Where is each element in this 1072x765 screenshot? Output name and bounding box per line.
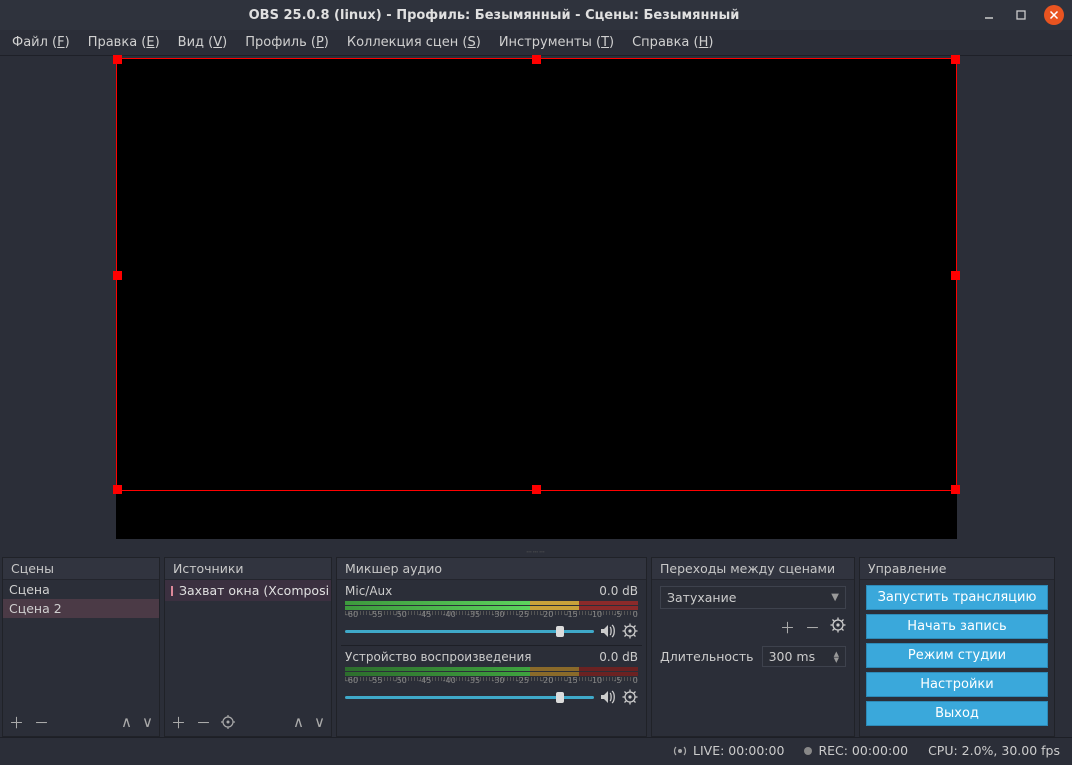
resize-handle-ne[interactable]	[951, 55, 960, 64]
controls-panel-header: Управление	[860, 558, 1054, 580]
window-capture-icon	[171, 586, 173, 596]
spin-down-icon[interactable]: ▼	[834, 657, 839, 663]
resize-handle-w[interactable]	[113, 271, 122, 280]
title-bar: OBS 25.0.8 (linux) - Профиль: Безымянный…	[0, 0, 1072, 30]
transition-settings-icon[interactable]	[830, 617, 846, 633]
source-item-label: Захват окна (Xcomposi	[179, 583, 329, 598]
resize-handle-nw[interactable]	[113, 55, 122, 64]
mixer-item-name: Устройство воспроизведения	[345, 650, 531, 664]
remove-scene-button[interactable]: －	[34, 712, 49, 733]
chevron-down-icon: ▼	[831, 592, 839, 603]
start-streaming-button[interactable]: Запустить трансляцию	[866, 585, 1048, 610]
start-recording-button[interactable]: Начать запись	[866, 614, 1048, 639]
volume-slider[interactable]	[345, 630, 594, 633]
resize-handle-se[interactable]	[951, 485, 960, 494]
source-properties-button[interactable]	[221, 715, 235, 729]
controls-panel: Управление Запустить трансляцию Начать з…	[859, 557, 1055, 737]
settings-button[interactable]: Настройки	[866, 672, 1048, 697]
sources-panel: Источники Захват окна (Xcomposi ＋ － ∧ ∨	[164, 557, 332, 737]
menu-scene-collection[interactable]: Коллекция сцен (S)	[339, 32, 489, 53]
resize-handle-e[interactable]	[951, 271, 960, 280]
move-source-down-button[interactable]: ∨	[314, 713, 325, 731]
mixer-item-level: 0.0 dB	[599, 650, 638, 664]
speaker-icon[interactable]	[600, 623, 616, 639]
transition-select[interactable]: Затухание ▼	[660, 586, 846, 609]
resize-handle-sw[interactable]	[113, 485, 122, 494]
window-title: OBS 25.0.8 (linux) - Профиль: Безымянный…	[8, 8, 980, 23]
audio-meter: -60-55-50-45-40-35-30-25-20-15-10-50	[345, 601, 638, 621]
menu-profile[interactable]: Профиль (P)	[237, 32, 337, 53]
mixer-item-level: 0.0 dB	[599, 584, 638, 598]
add-transition-button[interactable]: ＋	[780, 617, 795, 638]
menu-edit[interactable]: Правка (E)	[80, 32, 168, 53]
mixer-item: Устройство воспроизведения 0.0 dB -60-55…	[337, 646, 646, 711]
mixer-panel: Микшер аудио Mic/Aux 0.0 dB -60-55-50-45…	[336, 557, 647, 737]
minimize-button[interactable]	[980, 6, 998, 24]
preview-area[interactable]	[0, 56, 1072, 551]
menu-file[interactable]: Файл (F)	[4, 32, 78, 53]
exit-button[interactable]: Выход	[866, 701, 1048, 726]
status-cpu: CPU: 2.0%, 30.00 fps	[928, 743, 1060, 758]
transitions-panel: Переходы между сценами Затухание ▼ ＋ － Д…	[651, 557, 855, 737]
scenes-panel-header: Сцены	[3, 558, 159, 580]
transitions-panel-header: Переходы между сценами	[652, 558, 854, 580]
mixer-panel-header: Микшер аудио	[337, 558, 646, 580]
speaker-icon[interactable]	[600, 689, 616, 705]
add-scene-button[interactable]: ＋	[9, 712, 24, 733]
volume-slider[interactable]	[345, 696, 594, 699]
sources-list[interactable]: Захват окна (Xcomposi	[165, 580, 331, 708]
scenes-panel: Сцены Сцена Сцена 2 ＋ － ∧ ∨	[2, 557, 160, 737]
menu-bar: Файл (F) Правка (E) Вид (V) Профиль (P) …	[0, 30, 1072, 56]
mixer-settings-icon[interactable]	[622, 623, 638, 639]
move-scene-up-button[interactable]: ∧	[121, 713, 132, 731]
selection-border	[116, 58, 957, 491]
broadcast-icon	[673, 744, 687, 758]
move-source-up-button[interactable]: ∧	[293, 713, 304, 731]
status-live: LIVE: 00:00:00	[693, 743, 784, 758]
status-rec: REC: 00:00:00	[818, 743, 908, 758]
sources-panel-header: Источники	[165, 558, 331, 580]
duration-value: 300 ms	[769, 649, 816, 664]
menu-help[interactable]: Справка (H)	[624, 32, 721, 53]
mixer-item: Mic/Aux 0.0 dB -60-55-50-45-40-35-30-25-…	[337, 580, 646, 645]
menu-view[interactable]: Вид (V)	[170, 32, 236, 53]
close-button[interactable]	[1044, 5, 1064, 25]
record-dot-icon	[804, 747, 812, 755]
scene-item[interactable]: Сцена 2	[3, 599, 159, 618]
source-item[interactable]: Захват окна (Xcomposi	[165, 580, 331, 601]
duration-spinbox[interactable]: 300 ms ▲▼	[762, 646, 846, 667]
resize-handle-n[interactable]	[532, 55, 541, 64]
status-bar: LIVE: 00:00:00 REC: 00:00:00 CPU: 2.0%, …	[0, 737, 1072, 763]
menu-tools[interactable]: Инструменты (T)	[491, 32, 622, 53]
remove-transition-button[interactable]: －	[805, 617, 820, 638]
resize-handle-s[interactable]	[532, 485, 541, 494]
studio-mode-button[interactable]: Режим студии	[866, 643, 1048, 668]
add-source-button[interactable]: ＋	[171, 712, 186, 733]
mixer-item-name: Mic/Aux	[345, 584, 392, 598]
scene-item[interactable]: Сцена	[3, 580, 159, 599]
move-scene-down-button[interactable]: ∨	[142, 713, 153, 731]
remove-source-button[interactable]: －	[196, 712, 211, 733]
maximize-button[interactable]	[1012, 6, 1030, 24]
preview-canvas[interactable]	[116, 58, 957, 539]
audio-meter: -60-55-50-45-40-35-30-25-20-15-10-50	[345, 667, 638, 687]
transition-selected-value: Затухание	[667, 590, 736, 605]
scenes-list[interactable]: Сцена Сцена 2	[3, 580, 159, 708]
duration-label: Длительность	[660, 649, 754, 664]
mixer-settings-icon[interactable]	[622, 689, 638, 705]
